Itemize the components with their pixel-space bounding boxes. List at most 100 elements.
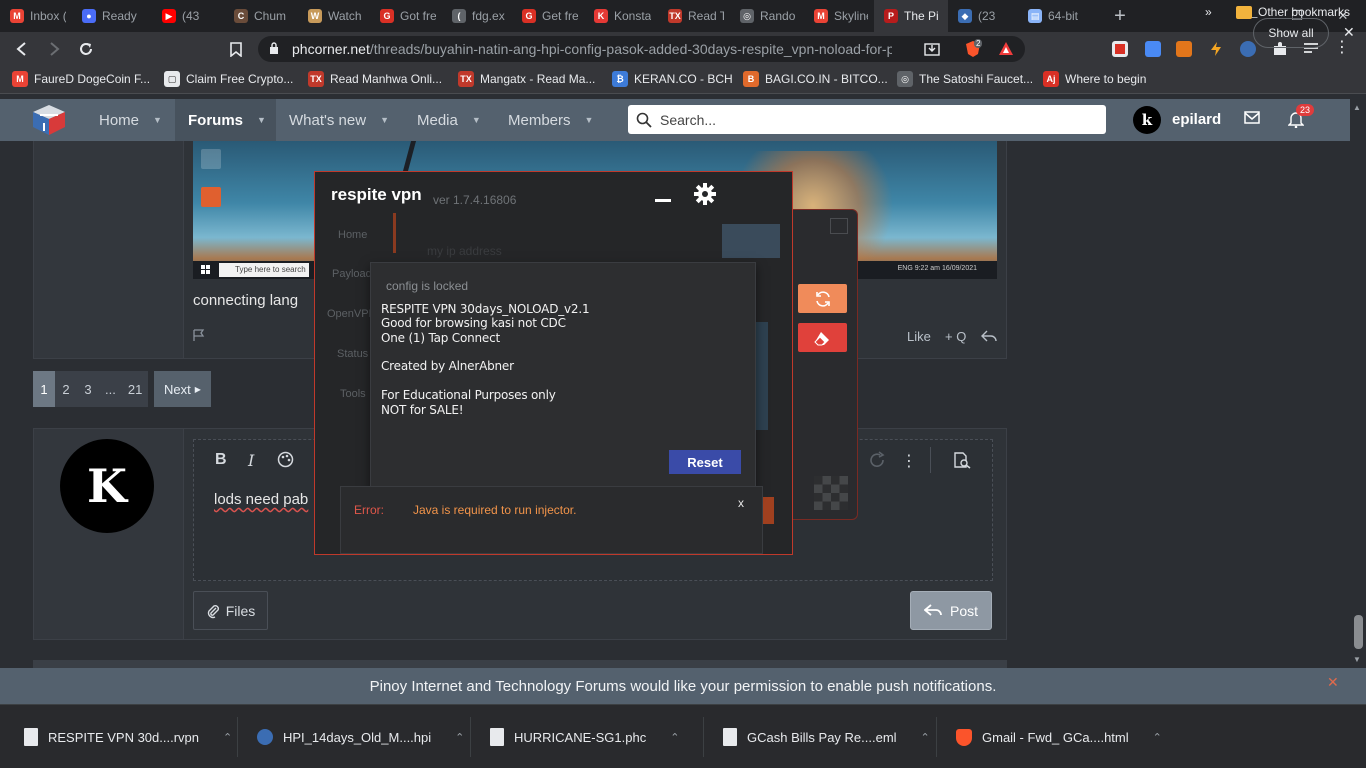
editor-more-icon[interactable]: ⋮ [901, 451, 917, 471]
chevron-down-icon[interactable]: ▼ [153, 115, 162, 125]
bookmarks-overflow-button[interactable]: » [1205, 5, 1212, 19]
vpn-connect-button-edge[interactable] [762, 497, 774, 524]
page-link[interactable]: 21 [121, 371, 149, 407]
chevron-up-icon[interactable]: ⌃ [1153, 731, 1162, 744]
user-avatar[interactable]: k [1133, 106, 1161, 134]
clear-button[interactable] [798, 323, 847, 352]
forward-icon[interactable] [42, 37, 66, 61]
vpn-panel-close[interactable] [830, 218, 848, 234]
reset-button[interactable]: Reset [669, 450, 741, 474]
browser-tab[interactable]: TX Read T [658, 0, 730, 32]
bookmark-item[interactable]: Aj Where to begin [1043, 71, 1146, 87]
show-all-downloads-button[interactable]: Show all [1253, 18, 1329, 48]
browser-tab[interactable]: P The Pi [874, 0, 948, 32]
browser-tab[interactable]: G Get fre [512, 0, 584, 32]
next-page-button[interactable]: Next ▶ [154, 371, 211, 407]
download-item[interactable]: GCash Bills Pay Re....eml ⌃ [723, 705, 930, 768]
chevron-up-icon[interactable]: ⌃ [921, 731, 930, 744]
chevron-up-icon[interactable]: ⌃ [455, 731, 464, 744]
error-close-button[interactable]: x [738, 496, 744, 510]
nav-whats-new[interactable]: What's new ▼ [275, 99, 403, 141]
scroll-up-icon[interactable]: ▲ [1353, 103, 1361, 112]
brave-rewards-icon[interactable] [998, 41, 1014, 62]
phcorner-logo[interactable] [31, 103, 67, 137]
browser-tab[interactable]: M Inbox ( [0, 0, 72, 32]
username[interactable]: epilard [1172, 111, 1221, 128]
inbox-icon[interactable] [1244, 111, 1262, 129]
quote-button[interactable]: + Q [945, 329, 966, 344]
reply-avatar[interactable]: K [60, 439, 154, 533]
browser-tab[interactable]: ▤ 64-bit [1018, 0, 1104, 32]
nav-forums[interactable]: Forums ▼ [175, 99, 276, 141]
download-item[interactable]: HPI_14days_Old_M....hpi ⌃ [257, 705, 464, 768]
scroll-down-icon[interactable]: ▼ [1353, 655, 1361, 664]
install-icon[interactable] [924, 41, 940, 62]
refresh-button[interactable] [798, 284, 847, 313]
vpn-nav-status[interactable]: Status [337, 348, 368, 360]
ip-address-field[interactable]: my ip address [413, 234, 713, 262]
page-scrollbar[interactable]: ▲ ▼ [1350, 99, 1366, 668]
download-item[interactable]: Gmail - Fwd_ GCa....html ⌃ [956, 705, 1162, 768]
chevron-down-icon[interactable]: ▼ [257, 115, 266, 125]
other-bookmarks[interactable]: Other bookmarks [1236, 5, 1350, 19]
nav-members[interactable]: Members ▼ [494, 99, 607, 141]
bolt-extension-icon[interactable] [1208, 41, 1224, 57]
browser-tab[interactable]: ▶ (43 [152, 0, 224, 32]
bookmark-item[interactable]: ▢ Claim Free Crypto... [164, 71, 293, 87]
address-bar[interactable]: phcorner.net/threads/buyahin-natin-ang-h… [258, 36, 1025, 62]
browser-tab[interactable]: G Got fre [370, 0, 442, 32]
redo-icon[interactable] [868, 451, 886, 474]
browser-tab[interactable]: M Skyline [804, 0, 874, 32]
bookmark-item[interactable]: TX Read Manhwa Onli... [308, 71, 442, 87]
menu-kebab-icon[interactable]: ⋮ [1334, 40, 1350, 57]
report-flag-icon[interactable] [193, 329, 205, 345]
browser-tab[interactable]: ◆ (23 [948, 0, 1018, 32]
translate-extension-icon[interactable] [1145, 41, 1161, 57]
browser-tab[interactable]: W Watch [298, 0, 370, 32]
download-item[interactable]: RESPITE VPN 30d....rvpn ⌃ [24, 705, 232, 768]
attach-files-button[interactable]: Files [193, 591, 268, 630]
browser-tab[interactable]: K Konsta [584, 0, 658, 32]
bookmark-item[interactable]: TX Mangatx - Read Ma... [458, 71, 595, 87]
close-downloads-bar-icon[interactable]: ✕ [1343, 24, 1355, 41]
browser-tab[interactable]: C Chum [224, 0, 298, 32]
bookmark-item[interactable]: ₿ KERAN.CO - BCH [612, 71, 733, 87]
browser-tab[interactable]: ◎ Rando [730, 0, 804, 32]
bookmark-item[interactable]: ◎ The Satoshi Faucet... [897, 71, 1033, 87]
nav-home[interactable]: Home ▼ [85, 99, 176, 141]
chevron-up-icon[interactable]: ⌃ [223, 731, 232, 744]
close-icon[interactable]: ✕ [1327, 674, 1339, 691]
vpn-connect-status[interactable] [722, 224, 780, 258]
reload-icon[interactable] [74, 37, 98, 61]
chevron-down-icon[interactable]: ▼ [380, 115, 389, 125]
nav-media[interactable]: Media ▼ [403, 99, 495, 141]
vpn-nav-tools[interactable]: Tools [340, 388, 366, 400]
like-button[interactable]: Like [907, 329, 931, 344]
page-link[interactable]: 2 [55, 371, 77, 407]
gear-icon[interactable] [694, 183, 716, 205]
post-reply-button[interactable]: Post [910, 591, 992, 630]
reply-icon[interactable] [981, 329, 997, 346]
browser-tab[interactable]: (fdg.ex [442, 0, 512, 32]
new-tab-button[interactable]: + [1104, 5, 1136, 28]
bookmark-item[interactable]: B BAGI.CO.IN - BITCO... [743, 71, 888, 87]
preview-icon[interactable] [953, 451, 971, 474]
chevron-down-icon[interactable]: ▼ [585, 115, 594, 125]
extension-stop-icon[interactable] [1112, 41, 1128, 57]
brave-shields-icon[interactable]: 2 [964, 39, 983, 63]
scrollbar-thumb[interactable] [1354, 615, 1363, 649]
bookmark-icon[interactable] [224, 37, 248, 61]
browser-tab[interactable]: ● Ready [72, 0, 152, 32]
chevron-up-icon[interactable]: ⌃ [670, 731, 679, 744]
page-link[interactable]: ... [99, 371, 122, 407]
vpn-nav-home[interactable]: Home [338, 229, 367, 241]
vpn-minimize-icon[interactable] [655, 199, 671, 202]
metamask-icon[interactable] [1176, 41, 1192, 57]
bookmark-item[interactable]: M FaureD DogeCoin F... [12, 71, 150, 87]
back-icon[interactable] [10, 37, 34, 61]
bold-icon[interactable]: B [215, 451, 227, 469]
color-palette-icon[interactable] [277, 451, 294, 473]
vpn-extension-icon[interactable] [1240, 41, 1256, 57]
italic-icon[interactable]: I [248, 451, 254, 470]
download-item[interactable]: HURRICANE-SG1.phc ⌃ [490, 705, 679, 768]
